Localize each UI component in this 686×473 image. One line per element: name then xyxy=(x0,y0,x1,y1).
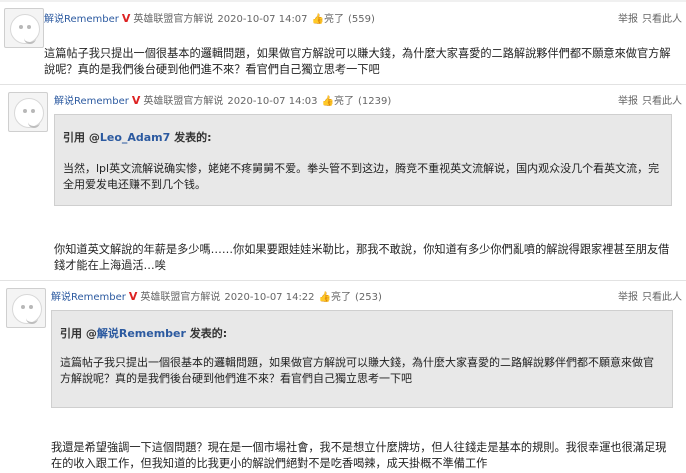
verified-icon: V xyxy=(128,290,138,303)
post-meta: 解说Remember V 英雄联盟官方解说 2020-10-07 14:03 👍亮了 (1… xyxy=(54,92,391,107)
user-title: 英雄联盟官方解说 xyxy=(140,292,221,303)
report-button[interactable]: 举报 xyxy=(618,96,638,107)
quote-suffix: 发表的: xyxy=(170,131,212,144)
avatar[interactable] xyxy=(4,8,44,48)
report-button[interactable]: 举报 xyxy=(618,14,638,25)
like-label[interactable]: 亮了 xyxy=(334,96,354,107)
username-link[interactable]: 解说Remember xyxy=(54,96,129,107)
only-this-user-button[interactable]: 只看此人 xyxy=(642,96,682,107)
like-count: (1239) xyxy=(358,96,392,107)
user-title: 英雄联盟官方解说 xyxy=(143,96,224,107)
verified-icon: V xyxy=(131,94,141,107)
only-this-user-button[interactable]: 只看此人 xyxy=(642,292,682,303)
like-label[interactable]: 亮了 xyxy=(324,14,344,25)
quote-header: 引用 @解说Remember 发表的: xyxy=(60,325,227,341)
post-body: 你知道英文解說的年薪是多少嗎……你如果要跟娃娃米勒比，那我不敢說，你知道有多少你… xyxy=(54,243,670,272)
quote-body: 当然，lpl英文流解说确实惨，姥姥不疼舅舅不爱。拳头管不到这边，腾竞不重视英文流… xyxy=(63,162,660,191)
post-actions: 举报 只看此人 xyxy=(614,288,682,303)
verified-icon: V xyxy=(121,12,131,25)
thumbs-up-icon[interactable]: 👍 xyxy=(322,96,334,107)
quote-block: 引用 @解说Remember 发表的: 這篇帖子我只提出一個很基本的邏輯問題，如… xyxy=(51,310,673,408)
avatar[interactable] xyxy=(6,288,46,328)
post-time: 2020-10-07 14:03 xyxy=(227,96,318,107)
post-meta: 解说Remember V 英雄联盟官方解说 2020-10-07 14:22 👍亮了 (2… xyxy=(51,288,382,303)
quote-body: 這篇帖子我只提出一個很基本的邏輯問題，如果做官方解說可以賺大錢，為什麼大家喜愛的… xyxy=(60,356,654,385)
top-border xyxy=(0,0,686,2)
default-avatar-icon xyxy=(12,294,42,324)
quote-suffix: 发表的: xyxy=(185,327,228,340)
only-this-user-button[interactable]: 只看此人 xyxy=(642,14,682,25)
post-actions: 举报 只看此人 xyxy=(614,92,682,107)
quote-header: 引用 @Leo_Adam7 发表的: xyxy=(63,129,212,145)
default-avatar-icon xyxy=(10,14,40,44)
thumbs-up-icon[interactable]: 👍 xyxy=(319,292,331,303)
post-actions: 举报 只看此人 xyxy=(614,10,682,25)
post-body: 這篇帖子我只提出一個很基本的邏輯問題，如果做官方解說可以賺大錢，為什麼大家喜愛的… xyxy=(44,47,671,76)
quote-prefix: 引用 @ xyxy=(63,131,100,144)
post-time: 2020-10-07 14:07 xyxy=(217,14,308,25)
post-body: 我還是希望強調一下這個問題？現在是一個市場社會，我不是想立什麼牌坊，但人往錢走是… xyxy=(51,441,667,470)
quote-block: 引用 @Leo_Adam7 发表的: 当然，lpl英文流解说确实惨，姥姥不疼舅舅… xyxy=(54,114,672,206)
post-divider xyxy=(0,84,686,85)
username-link[interactable]: 解说Remember xyxy=(44,14,119,25)
quoted-user-link[interactable]: Leo_Adam7 xyxy=(100,131,170,144)
report-button[interactable]: 举报 xyxy=(618,292,638,303)
username-link[interactable]: 解说Remember xyxy=(51,292,126,303)
like-label[interactable]: 亮了 xyxy=(331,292,351,303)
post-meta: 解说Remember V 英雄联盟官方解说 2020-10-07 14:07 👍亮了 (5… xyxy=(44,10,375,25)
post-divider xyxy=(0,280,686,281)
user-title: 英雄联盟官方解说 xyxy=(133,14,214,25)
quoted-user-link[interactable]: 解说Remember xyxy=(97,327,186,340)
post-time: 2020-10-07 14:22 xyxy=(224,292,315,303)
thumbs-up-icon[interactable]: 👍 xyxy=(312,14,324,25)
like-count: (253) xyxy=(355,292,382,303)
avatar[interactable] xyxy=(8,92,48,132)
like-count: (559) xyxy=(348,14,375,25)
quote-prefix: 引用 @ xyxy=(60,327,97,340)
default-avatar-icon xyxy=(14,98,44,128)
